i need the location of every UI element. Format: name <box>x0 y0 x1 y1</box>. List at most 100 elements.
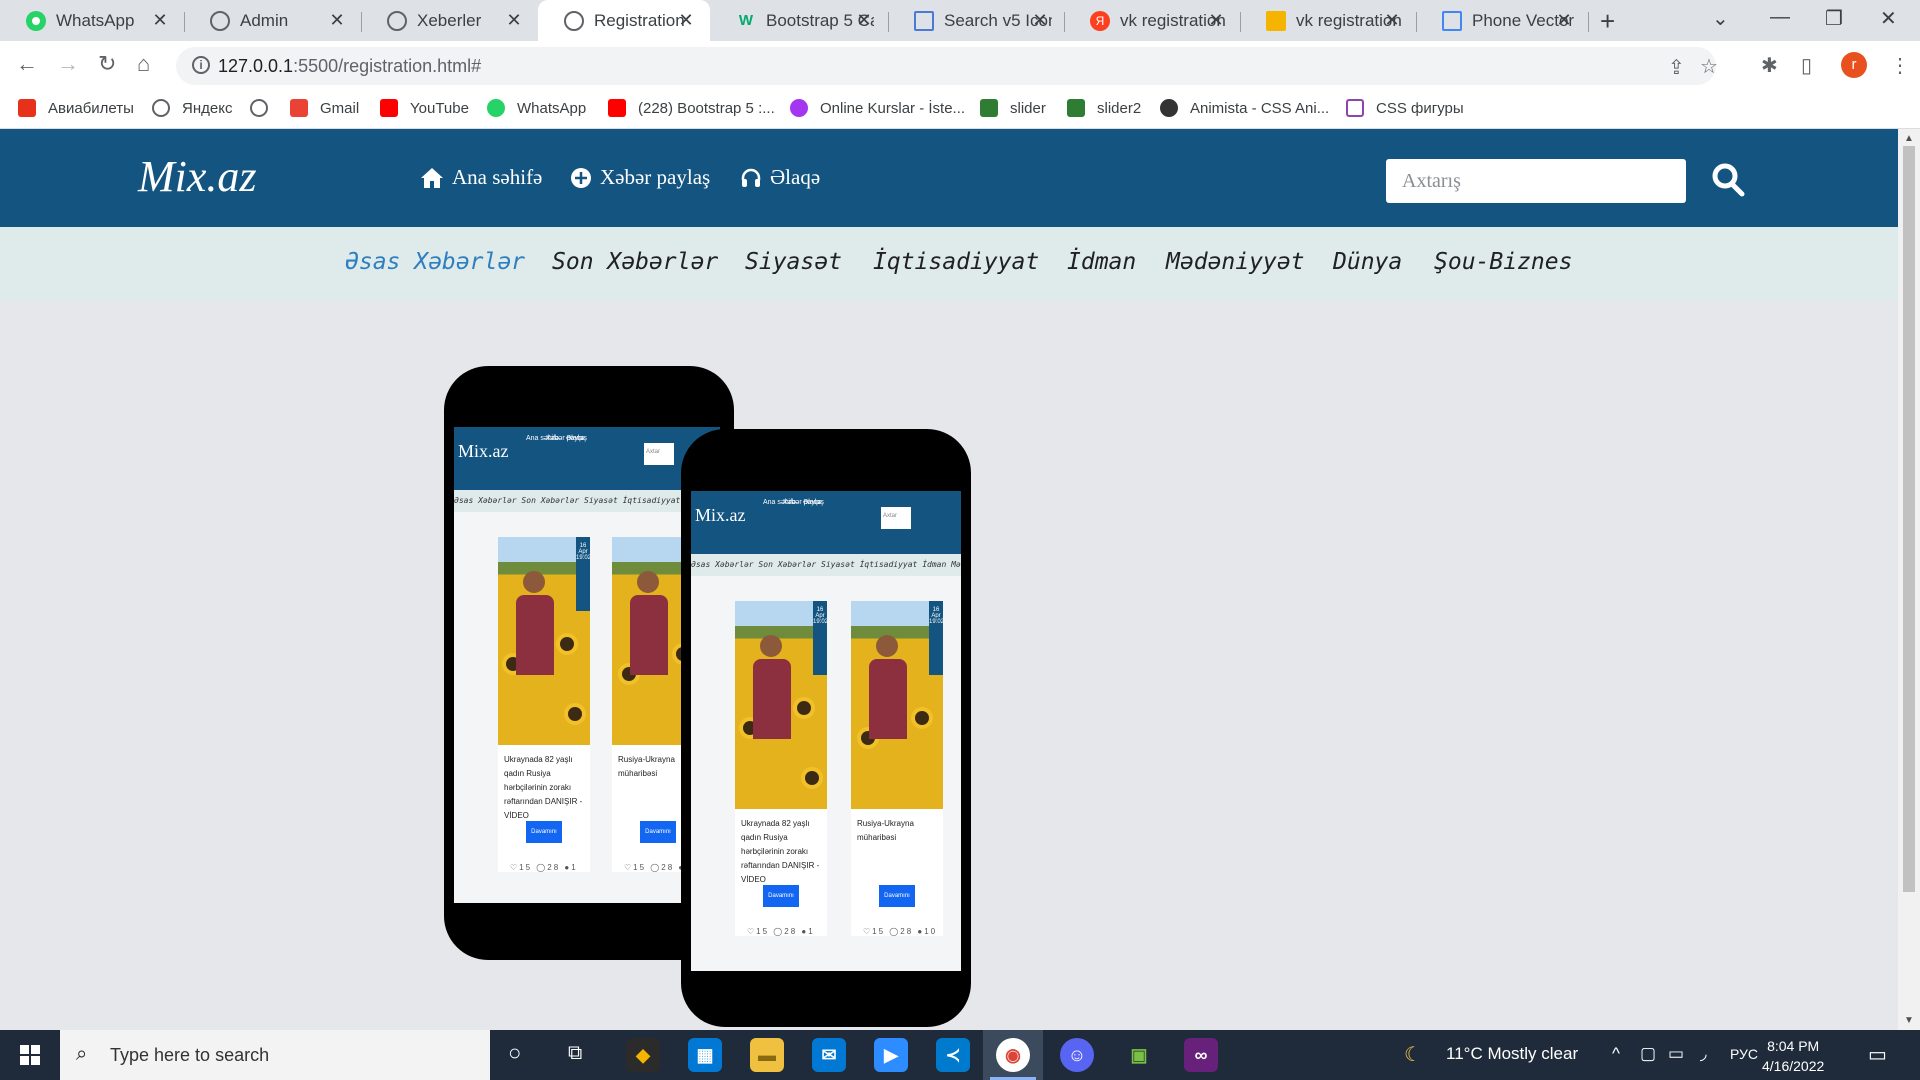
network-icon[interactable]: ◞ <box>1700 1044 1707 1064</box>
close-icon[interactable]: ✕ <box>1030 10 1050 31</box>
tab-vk-registration-1[interactable]: Я vk registration ✕ <box>1064 0 1241 41</box>
back-icon[interactable]: ← <box>16 51 38 77</box>
home-icon[interactable]: ⌂ <box>137 51 150 77</box>
tab-search-icons[interactable]: Search v5 Icon ✕ <box>888 0 1065 41</box>
bookmark-whatsapp[interactable]: WhatsApp <box>487 99 586 117</box>
site-logo[interactable]: Mix.az <box>138 151 257 202</box>
category-sou-biznes[interactable]: Şou-Biznes <box>1434 249 1572 275</box>
file-explorer-icon[interactable]: ▬ <box>750 1038 784 1072</box>
category-dunya[interactable]: Dünya <box>1333 249 1402 275</box>
close-icon[interactable]: ✕ <box>504 10 524 31</box>
extensions-icon[interactable]: ✱ <box>1761 53 1778 78</box>
tab-search-icon[interactable]: ⌄ <box>1712 6 1729 31</box>
store-app-icon[interactable]: ▦ <box>688 1038 722 1072</box>
zoom-icon[interactable]: ▶ <box>874 1038 908 1072</box>
cortana-icon[interactable]: ○ <box>508 1040 521 1066</box>
mockup-logo: Mix.az <box>458 441 509 461</box>
youtube-icon <box>380 99 398 117</box>
address-bar[interactable]: i 127.0.0.1:5500/registration.html# ⇪ ☆ <box>176 47 1718 85</box>
nav-share-news[interactable]: Xəbər paylaş <box>570 165 710 190</box>
leaf-icon <box>980 99 998 117</box>
vscode-icon[interactable]: ≺ <box>936 1038 970 1072</box>
tab-admin[interactable]: Admin ✕ <box>184 0 362 41</box>
search-icon[interactable] <box>1710 159 1746 199</box>
bookmark-gmail[interactable]: Gmail <box>290 99 359 117</box>
bookmark-animista[interactable]: Animista - CSS Ani... <box>1160 99 1329 117</box>
nav-contact[interactable]: Əlaqə <box>740 165 820 190</box>
bookmark-bootstrap-video[interactable]: (228) Bootstrap 5 :... <box>608 99 775 117</box>
nav-contact-label: Əlaqə <box>770 165 821 189</box>
profile-avatar[interactable]: r <box>1841 52 1867 78</box>
bookmark-yandex[interactable]: Яндекс <box>152 99 232 117</box>
new-tab-button[interactable]: + <box>1600 6 1615 37</box>
bookmark-slider2[interactable]: slider2 <box>1067 99 1141 117</box>
nav-home[interactable]: Ana səhifə <box>420 165 542 190</box>
tab-vk-registration-2[interactable]: vk registration ✕ <box>1240 0 1417 41</box>
bookmark-aviabilety[interactable]: Авиабилеты <box>18 99 134 117</box>
bookmark-globe[interactable] <box>250 99 280 117</box>
close-icon[interactable]: ✕ <box>854 10 874 31</box>
minimize-icon[interactable]: — <box>1770 6 1790 29</box>
bookmark-css-figury[interactable]: CSS фигуры <box>1346 99 1464 117</box>
tab-whatsapp[interactable]: WhatsApp ✕ <box>0 0 185 41</box>
side-panel-icon[interactable]: ▯ <box>1801 53 1812 78</box>
mockup-nav-contact: Əlaqə <box>566 435 585 442</box>
close-window-icon[interactable]: ✕ <box>1880 6 1897 31</box>
forward-icon[interactable]: → <box>57 51 79 77</box>
category-siyaset[interactable]: Siyasət <box>745 249 842 275</box>
category-medeniyyet[interactable]: Mədəniyyət <box>1166 249 1304 275</box>
mail-icon[interactable]: ✉ <box>812 1038 846 1072</box>
notifications-icon[interactable]: ▭ <box>1868 1042 1887 1067</box>
task-view-icon[interactable]: ⧉ <box>568 1042 582 1065</box>
star-icon[interactable]: ☆ <box>1700 54 1718 79</box>
tab-xeberler[interactable]: Xeberler ✕ <box>361 0 538 41</box>
discord-icon[interactable]: ☺ <box>1060 1038 1094 1072</box>
close-icon[interactable]: ✕ <box>327 10 347 31</box>
bookmark-label: (228) Bootstrap 5 :... <box>638 99 775 117</box>
category-son-xeberler[interactable]: Son Xəbərlər <box>552 249 718 275</box>
category-iqtisadiyyat[interactable]: İqtisadiyyat <box>873 249 1039 275</box>
close-icon[interactable]: ✕ <box>676 10 696 31</box>
tab-phone-vector[interactable]: Phone Vector ✕ <box>1416 0 1589 41</box>
taskbar-search[interactable]: ⌕ Type here to search <box>60 1030 490 1080</box>
tray-chevron-icon[interactable]: ^ <box>1612 1044 1620 1064</box>
chrome-icon[interactable]: ◉ <box>996 1038 1030 1072</box>
menu-icon[interactable]: ⋮ <box>1890 53 1910 78</box>
windows-start-icon[interactable] <box>20 1045 40 1065</box>
bookmark-online-kurslar[interactable]: Online Kurslar - İste... <box>790 99 965 117</box>
read-more-button: Davamını oxu <box>526 821 562 857</box>
taskbar-clock[interactable]: 8:04 PM 4/16/2022 <box>1762 1036 1824 1076</box>
category-idman[interactable]: İdman <box>1067 249 1136 275</box>
globe-icon <box>250 99 268 117</box>
battery-icon[interactable]: ▭ <box>1668 1044 1684 1064</box>
share-icon[interactable]: ⇪ <box>1668 55 1685 80</box>
restore-icon[interactable]: ❐ <box>1825 6 1843 31</box>
bookmark-slider[interactable]: slider <box>980 99 1046 117</box>
close-icon[interactable]: ✕ <box>1554 10 1574 31</box>
close-icon[interactable]: ✕ <box>1382 10 1402 31</box>
mockup-search: Axtar <box>881 507 911 529</box>
scroll-thumb[interactable] <box>1903 146 1915 892</box>
info-icon[interactable]: i <box>192 56 210 74</box>
language-indicator[interactable]: РУС <box>1730 1046 1758 1062</box>
clock-time: 8:04 PM <box>1767 1038 1820 1054</box>
page-scrollbar[interactable]: ▲ ▼ <box>1898 129 1920 1030</box>
reload-icon[interactable]: ↻ <box>98 51 116 77</box>
git-app-icon[interactable]: ◆ <box>626 1038 660 1072</box>
category-esas-xeberler[interactable]: Əsas Xəbərlər <box>345 249 525 275</box>
tab-bootstrap[interactable]: W Bootstrap 5 Ca ✕ <box>710 0 889 41</box>
bookmark-youtube[interactable]: YouTube <box>380 99 469 117</box>
whatsapp-icon <box>487 99 505 117</box>
sunflower <box>797 701 811 715</box>
tab-strip: WhatsApp ✕ Admin ✕ Xeberler ✕ Registrati… <box>0 0 1920 41</box>
weather-text[interactable]: 11°C Mostly clear <box>1446 1044 1578 1064</box>
close-icon[interactable]: ✕ <box>1206 10 1226 31</box>
photos-app-icon[interactable]: ▣ <box>1122 1038 1156 1072</box>
tray-device-icon[interactable]: ▢ <box>1640 1044 1656 1064</box>
tab-registration[interactable]: Registration ✕ <box>538 0 710 41</box>
site-search-input[interactable] <box>1386 159 1686 203</box>
scroll-down-icon[interactable]: ▼ <box>1904 1015 1914 1026</box>
close-icon[interactable]: ✕ <box>150 10 170 31</box>
scroll-up-icon[interactable]: ▲ <box>1904 133 1914 144</box>
visual-studio-icon[interactable]: ∞ <box>1184 1038 1218 1072</box>
